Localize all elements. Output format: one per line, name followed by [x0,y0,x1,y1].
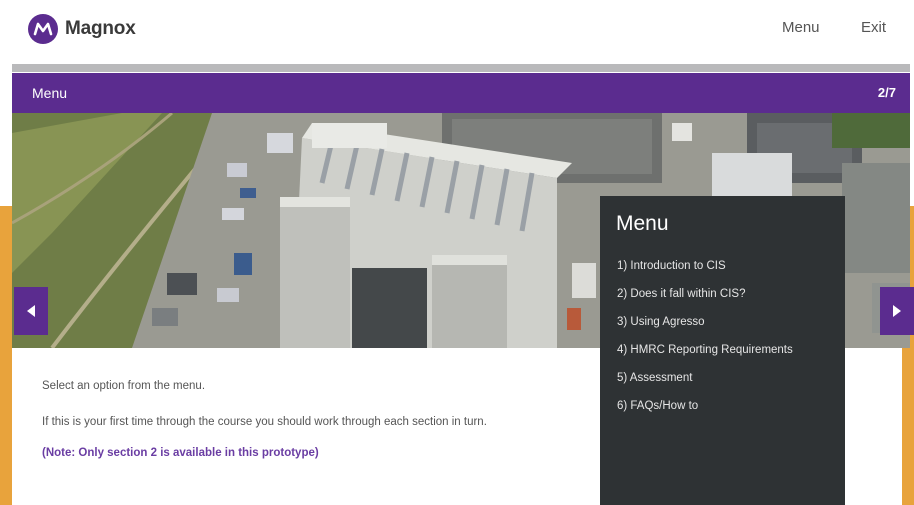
course-menu-panel: Menu 1) Introduction to CIS 2) Does it f… [600,196,845,505]
instruction-line-1: Select an option from the menu. [42,380,206,392]
left-accent-strip [0,206,12,505]
instruction-line-2: If this is your first time through the c… [42,416,487,428]
menu-item-introduction[interactable]: 1) Introduction to CIS [617,260,726,272]
menu-item-using-agresso[interactable]: 3) Using Agresso [617,316,705,328]
brand-name: Magnox [65,18,136,39]
title-bar: Menu 2/7 [12,73,910,113]
previous-button[interactable] [14,287,48,335]
brand-logo: Magnox [28,14,136,44]
page-indicator: 2/7 [877,85,896,100]
menu-item-hmrc-reporting[interactable]: 4) HMRC Reporting Requirements [617,344,793,356]
magnox-logo-icon [28,14,58,44]
menu-panel-title: Menu [616,212,669,235]
prototype-note: (Note: Only section 2 is available in th… [42,447,319,459]
next-button[interactable] [880,287,914,335]
chevron-right-icon [893,305,901,317]
header: Magnox Menu Exit [12,0,910,62]
menu-item-faqs[interactable]: 6) FAQs/How to [617,400,698,412]
menu-item-does-it-fall-within-cis[interactable]: 2) Does it fall within CIS? [617,288,745,300]
header-menu-link[interactable]: Menu [782,19,820,36]
chevron-left-icon [27,305,35,317]
header-exit-link[interactable]: Exit [861,19,886,36]
menu-item-assessment[interactable]: 5) Assessment [617,372,692,384]
header-divider [12,64,910,72]
page-title: Menu [32,85,68,101]
